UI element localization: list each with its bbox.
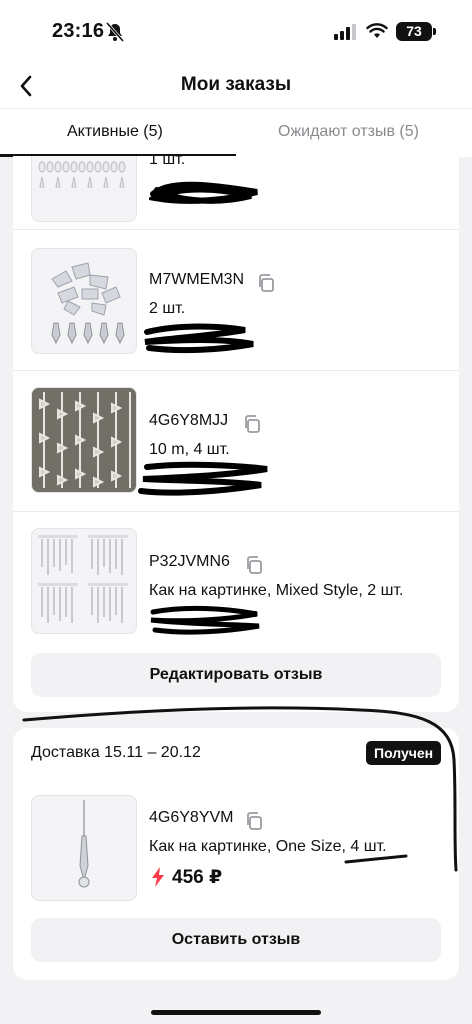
lightning-icon — [152, 867, 164, 887]
item-price: 456 ₽ — [172, 867, 223, 888]
navbar: Мои заказы — [0, 64, 472, 108]
status-time: 23:16 — [52, 20, 105, 42]
item-quantity: 1 шт. — [149, 156, 186, 168]
item-code: M7WMEM3N — [149, 271, 245, 288]
edit-review-button[interactable]: Редактировать отзыв — [31, 653, 441, 697]
copy-icon[interactable] — [243, 415, 261, 433]
order-item[interactable]: 4G6Y8MJJ 10 m, 4 шт. — [13, 371, 459, 511]
product-thumbnail — [31, 387, 137, 493]
battery-level: 73 — [396, 22, 432, 41]
redaction-scribble — [150, 605, 260, 635]
cellular-signal-icon — [334, 24, 356, 40]
status-bar: 23:16 73 — [0, 0, 472, 64]
product-thumbnail — [31, 795, 137, 901]
product-thumbnail — [31, 248, 137, 354]
leave-review-button[interactable]: Оставить отзыв — [31, 918, 441, 962]
copy-icon[interactable] — [245, 812, 263, 830]
order-card: 1 шт. M7WMEM3N 2 шт. 4G6Y8MJJ 10 m, 4 шт… — [13, 156, 459, 712]
item-description: Как на картинке, One Size, 4 шт. — [149, 838, 387, 855]
wifi-icon — [366, 23, 388, 38]
status-badge: Получен — [366, 741, 442, 765]
item-description: Как на картинке, Mixed Style, 2 шт. — [149, 582, 404, 599]
redaction-scribble — [144, 323, 254, 354]
order-card: Доставка 15.11 – 20.12 Получен 4G6Y8YVM … — [13, 728, 459, 980]
redaction-scribble — [138, 461, 268, 496]
order-item[interactable]: 1 шт. — [13, 156, 459, 229]
delivery-dates: Доставка 15.11 – 20.12 — [31, 744, 201, 761]
tab-active-orders[interactable]: Активные (5) — [67, 123, 163, 141]
battery-tip — [433, 28, 436, 35]
item-quantity: 10 m, 4 шт. — [149, 441, 230, 458]
home-indicator — [151, 1010, 321, 1015]
redaction-scribble — [149, 181, 258, 204]
item-quantity: 2 шт. — [149, 300, 186, 317]
copy-icon[interactable] — [245, 556, 263, 574]
order-item[interactable]: M7WMEM3N 2 шт. — [13, 230, 459, 370]
item-code: 4G6Y8YVM — [149, 809, 234, 826]
page-title: Мои заказы — [180, 74, 292, 95]
order-item[interactable]: P32JVMN6 Как на картинке, Mixed Style, 2… — [13, 512, 459, 652]
product-thumbnail — [31, 528, 137, 634]
tab-awaiting-review[interactable]: Ожидают отзыв (5) — [278, 123, 419, 141]
item-code: 4G6Y8MJJ — [149, 412, 229, 429]
product-thumbnail — [31, 156, 137, 222]
bell-off-icon — [106, 22, 124, 42]
tab-bar: Активные (5) Ожидают отзыв (5) — [0, 108, 472, 157]
item-code: P32JVMN6 — [149, 553, 230, 570]
copy-icon[interactable] — [257, 274, 275, 292]
